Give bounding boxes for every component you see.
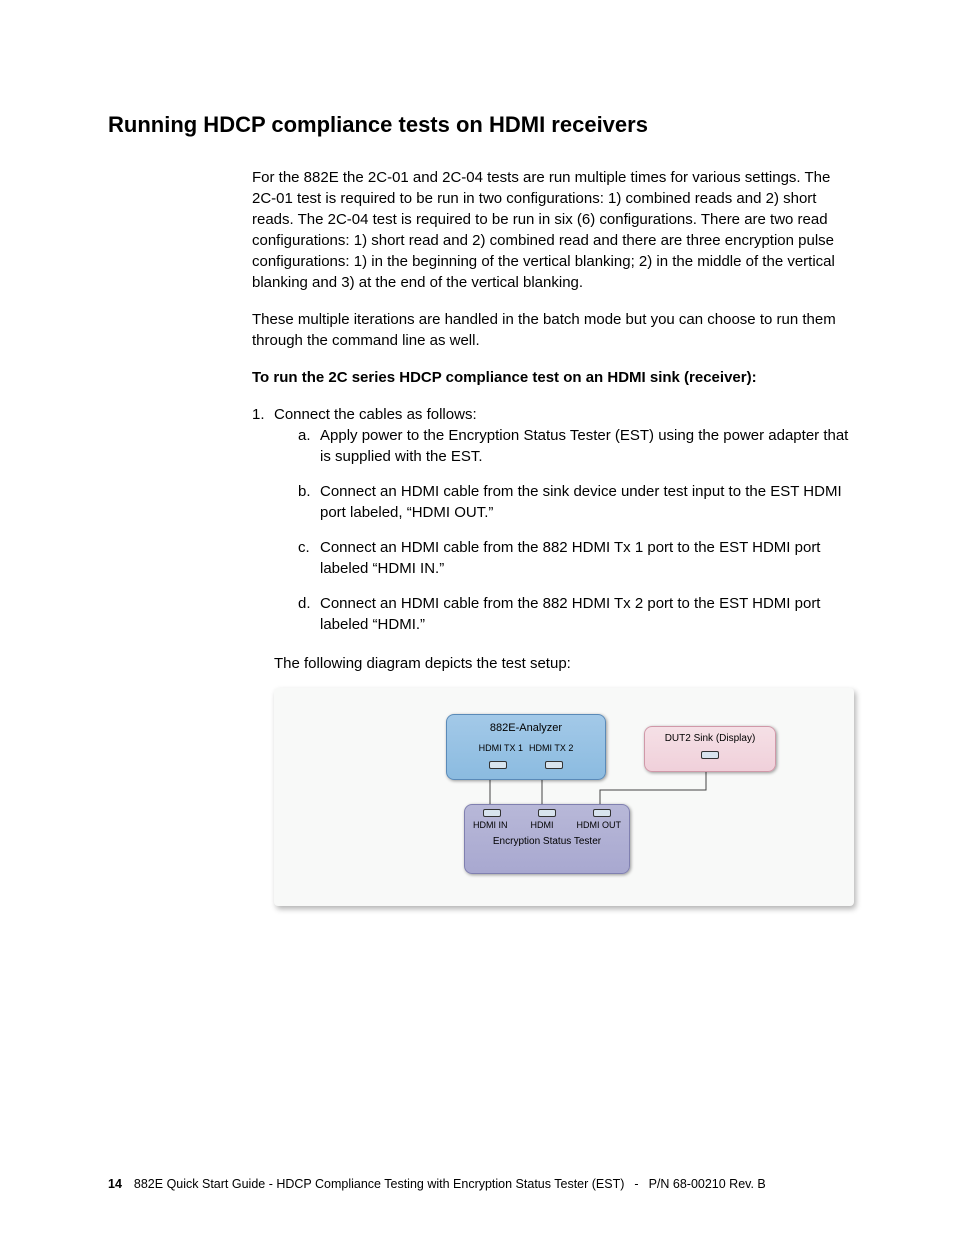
analyzer-title: 882E-Analyzer xyxy=(447,721,605,736)
substep-a: Apply power to the Encryption Status Tes… xyxy=(298,425,858,467)
hdmi-port-icon xyxy=(593,809,611,817)
section-heading: Running HDCP compliance tests on HDMI re… xyxy=(108,110,864,141)
analyzer-box: 882E-Analyzer HDMI TX 1 HDMI TX 2 xyxy=(446,714,606,780)
substep-c: Connect an HDMI cable from the 882 HDMI … xyxy=(298,537,858,579)
paragraph-intro-2: These multiple iterations are handled in… xyxy=(252,309,858,351)
hdmi-port-icon xyxy=(701,751,719,759)
page-number: 14 xyxy=(108,1176,122,1194)
dut-title: DUT2 Sink (Display) xyxy=(645,732,775,746)
hdmi-port-icon xyxy=(489,761,507,769)
tx2-label: HDMI TX 2 xyxy=(529,742,573,755)
procedure-heading: To run the 2C series HDCP compliance tes… xyxy=(252,367,858,388)
est-box: HDMI IN HDMI HDMI OUT Encryption Status … xyxy=(464,804,630,874)
footer-revision: P/N 68-00210 Rev. B xyxy=(649,1176,766,1194)
step-1-text: Connect the cables as follows: xyxy=(274,406,477,423)
footer-doc-title: 882E Quick Start Guide - HDCP Compliance… xyxy=(134,1176,625,1194)
est-out-label: HDMI OUT xyxy=(577,819,622,832)
hdmi-port-icon xyxy=(545,761,563,769)
footer-separator: - xyxy=(634,1176,638,1194)
substep-d: Connect an HDMI cable from the 882 HDMI … xyxy=(298,593,858,635)
paragraph-intro-1: For the 882E the 2C-01 and 2C-04 tests a… xyxy=(252,167,858,293)
est-mid-label: HDMI xyxy=(531,819,554,832)
substep-b: Connect an HDMI cable from the sink devi… xyxy=(298,481,858,523)
tx1-label: HDMI TX 1 xyxy=(479,742,523,755)
hdmi-port-icon xyxy=(483,809,501,817)
setup-diagram: 882E-Analyzer HDMI TX 1 HDMI TX 2 DUT2 S… xyxy=(274,688,854,906)
est-name: Encryption Status Tester xyxy=(465,835,629,849)
step-1: Connect the cables as follows: Apply pow… xyxy=(252,404,858,635)
dut-box: DUT2 Sink (Display) xyxy=(644,726,776,772)
page-footer: 14 882E Quick Start Guide - HDCP Complia… xyxy=(108,1176,864,1194)
hdmi-port-icon xyxy=(538,809,556,817)
est-in-label: HDMI IN xyxy=(473,819,508,832)
diagram-caption: The following diagram depicts the test s… xyxy=(274,653,858,674)
